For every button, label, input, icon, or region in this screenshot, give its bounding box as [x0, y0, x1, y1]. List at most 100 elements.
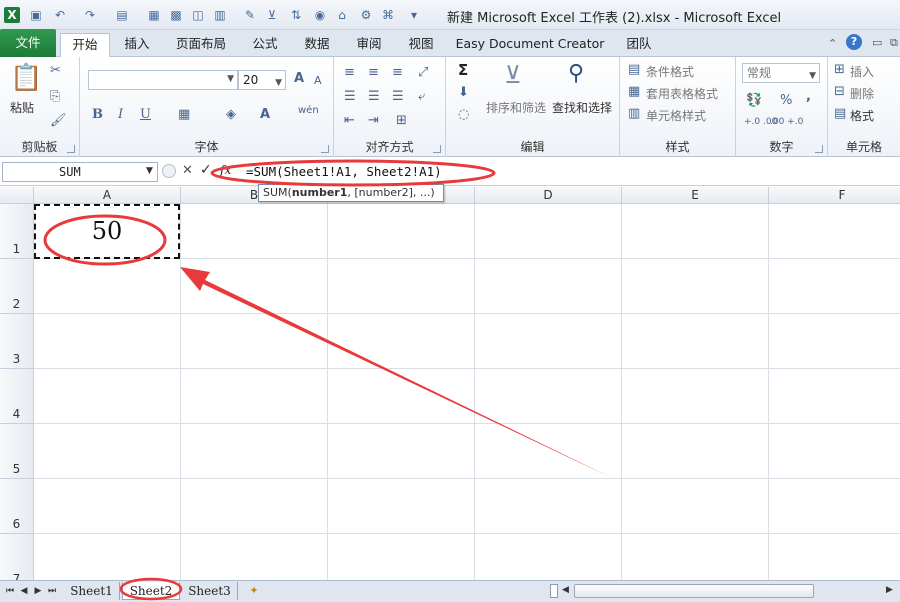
undo-icon[interactable]: ↶: [52, 7, 68, 23]
prev-sheet-icon[interactable]: ◀: [18, 584, 30, 598]
spell-icon[interactable]: ▩: [168, 7, 184, 23]
insert-sheet-icon[interactable]: ✦: [248, 584, 260, 598]
tab-split-handle[interactable]: [550, 584, 558, 598]
tab-file[interactable]: 文件: [0, 29, 56, 57]
decrease-decimal-button[interactable]: .00 +.0: [770, 117, 803, 127]
name-box-dropdown-icon[interactable]: ▼: [146, 166, 153, 176]
column-header-d[interactable]: D: [475, 187, 622, 204]
row-header-6[interactable]: 6: [0, 479, 34, 534]
cancel-icon[interactable]: ✕: [182, 163, 193, 178]
clipboard-launcher-icon[interactable]: [67, 145, 75, 153]
last-sheet-icon[interactable]: ⏭: [46, 584, 58, 598]
window-minimize-icon[interactable]: ▭: [872, 36, 882, 49]
horizontal-scrollbar-thumb[interactable]: [574, 584, 814, 598]
window-restore-icon[interactable]: ⧉: [890, 36, 898, 50]
column-header-e[interactable]: E: [622, 187, 769, 204]
help-icon[interactable]: ?: [846, 34, 862, 50]
page-preview-icon[interactable]: ◫: [190, 7, 206, 23]
row-header-2[interactable]: 2: [0, 259, 34, 314]
font-size-combo[interactable]: 20 ▼: [238, 70, 286, 90]
camera-icon[interactable]: ◉: [312, 7, 328, 23]
find-select-button[interactable]: 查找和选择: [552, 99, 612, 116]
tab-data[interactable]: 数据: [296, 33, 338, 57]
font-name-combo[interactable]: ▼: [88, 70, 238, 90]
tab-insert[interactable]: 插入: [116, 33, 158, 57]
row-header-4[interactable]: 4: [0, 369, 34, 424]
percent-button[interactable]: %: [780, 93, 792, 108]
tab-review[interactable]: 审阅: [348, 33, 390, 57]
align-bottom-icon[interactable]: ≡: [392, 65, 403, 80]
row-header-7[interactable]: 7: [0, 534, 34, 580]
insert-function-icon[interactable]: fx: [220, 163, 231, 177]
enter-icon[interactable]: ✓: [200, 162, 212, 178]
increase-indent-icon[interactable]: ⇥: [368, 113, 379, 128]
select-all-corner[interactable]: [0, 187, 34, 204]
worksheet-grid[interactable]: A B C D E F 1 2 3 4 5 6 7 50: [0, 187, 900, 580]
cell-a1[interactable]: 50: [34, 204, 180, 259]
tab-easy-document-creator[interactable]: Easy Document Creator: [452, 33, 608, 57]
clear-icon[interactable]: ◌: [458, 107, 469, 122]
column-header-f[interactable]: F: [769, 187, 900, 204]
grow-font-icon[interactable]: A: [294, 71, 304, 86]
align-left-icon[interactable]: ☰: [344, 89, 356, 104]
merge-center-icon[interactable]: ⊞: [396, 113, 407, 128]
table-format-button[interactable]: 套用表格格式: [646, 85, 718, 102]
tools-icon[interactable]: ⚙: [358, 7, 374, 23]
font-color-icon[interactable]: A: [260, 107, 270, 122]
find-select-icon[interactable]: ⚲: [568, 61, 584, 86]
font-launcher-icon[interactable]: [321, 145, 329, 153]
sort-icon[interactable]: ⇅: [288, 7, 304, 23]
align-right-icon[interactable]: ☰: [392, 89, 404, 104]
tab-team[interactable]: 团队: [618, 33, 660, 57]
comma-button[interactable]: ,: [806, 89, 811, 104]
paste-icon[interactable]: 📋: [10, 63, 42, 93]
tab-page-layout[interactable]: 页面布局: [168, 33, 234, 57]
form-icon[interactable]: ▦: [146, 7, 162, 23]
align-middle-icon[interactable]: ≡: [368, 65, 379, 80]
filter-icon[interactable]: ⊻: [264, 7, 280, 23]
borders-icon[interactable]: ▥: [212, 7, 228, 23]
scroll-left-icon[interactable]: ◀: [562, 585, 569, 595]
wrap-text-icon[interactable]: ⤶: [418, 89, 425, 104]
name-box[interactable]: SUM: [2, 162, 158, 182]
row-header-5[interactable]: 5: [0, 424, 34, 479]
share-icon[interactable]: ⌂: [334, 7, 350, 23]
currency-icon[interactable]: 💱: [746, 93, 762, 108]
number-format-combo[interactable]: 常规 ▼: [742, 63, 820, 83]
alignment-launcher-icon[interactable]: [433, 145, 441, 153]
conditional-format-button[interactable]: 条件格式: [646, 63, 694, 80]
macro-icon[interactable]: ⌘: [380, 7, 396, 23]
customize-qat-icon[interactable]: ▾: [406, 7, 422, 23]
underline-button[interactable]: U: [140, 107, 151, 122]
sort-filter-button[interactable]: 排序和筛选: [486, 99, 546, 116]
orientation-icon[interactable]: ⤢: [418, 65, 428, 80]
paste-button[interactable]: 粘贴: [10, 99, 34, 116]
tab-view[interactable]: 视图: [400, 33, 442, 57]
align-center-icon[interactable]: ☰: [368, 89, 380, 104]
tab-formulas[interactable]: 公式: [244, 33, 286, 57]
number-launcher-icon[interactable]: [815, 145, 823, 153]
sheet-tab-sheet3[interactable]: Sheet3: [182, 582, 238, 600]
decrease-indent-icon[interactable]: ⇤: [344, 113, 355, 128]
first-sheet-icon[interactable]: ⏮: [4, 584, 16, 598]
borders-icon[interactable]: ▦: [178, 107, 190, 122]
align-top-icon[interactable]: ≡: [344, 65, 355, 80]
formula-bar-splitter-icon[interactable]: [162, 164, 176, 178]
shrink-font-icon[interactable]: A: [314, 74, 322, 87]
print-preview-icon[interactable]: ▤: [114, 7, 130, 23]
fill-icon[interactable]: ⬇: [458, 85, 469, 100]
tab-home[interactable]: 开始: [60, 33, 110, 58]
format-cells-button[interactable]: 格式: [850, 107, 874, 124]
bold-button[interactable]: B: [92, 107, 103, 122]
redo-icon[interactable]: ↷: [82, 7, 98, 23]
tooltip-current-argument[interactable]: number1: [292, 186, 348, 199]
copy-icon[interactable]: ⎘: [50, 89, 60, 104]
cut-icon[interactable]: ✂: [50, 63, 61, 78]
format-painter-icon[interactable]: 🖌: [50, 113, 67, 128]
scroll-right-icon[interactable]: ▶: [886, 585, 893, 595]
next-sheet-icon[interactable]: ▶: [32, 584, 44, 598]
phonetic-icon[interactable]: wén: [298, 105, 319, 116]
cell-styles-button[interactable]: 单元格样式: [646, 107, 706, 124]
delete-cells-button[interactable]: 删除: [850, 85, 874, 102]
row-header-1[interactable]: 1: [0, 204, 34, 259]
